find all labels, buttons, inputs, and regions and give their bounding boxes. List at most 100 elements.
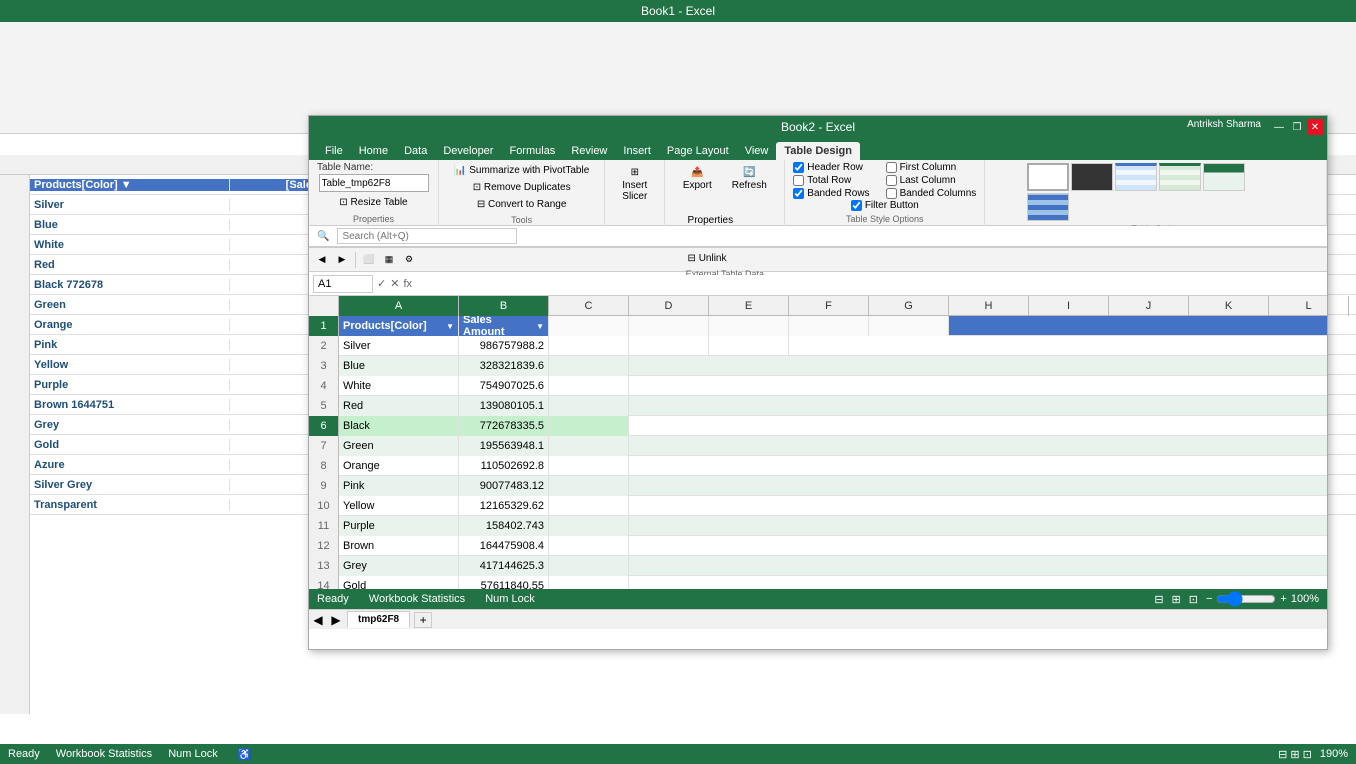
remove-duplicates-button[interactable]: ⊡ Remove Duplicates [466, 179, 578, 196]
view-normal-icon[interactable]: ⊟ [1154, 593, 1163, 606]
cell-b7[interactable]: 195563948.1 [459, 436, 549, 456]
cell-a8[interactable]: Orange [339, 456, 459, 476]
refresh-button[interactable]: 🔄 Refresh [723, 162, 776, 212]
cell-b11[interactable]: 158402.743 [459, 516, 549, 536]
col-header-l[interactable]: L [1269, 296, 1349, 316]
cell-c3[interactable] [549, 356, 629, 376]
minimize-button[interactable]: — [1271, 119, 1287, 135]
cell-a9[interactable]: Pink [339, 476, 459, 496]
sheet-nav-right[interactable]: ▶ [327, 611, 345, 629]
cell-c10[interactable] [549, 496, 629, 516]
cell-reference-box[interactable] [313, 275, 373, 293]
style-swatch-dark[interactable] [1071, 163, 1113, 191]
tab-view[interactable]: View [737, 142, 777, 160]
insert-slicer-button[interactable]: ⊞ InsertSlicer [613, 162, 656, 212]
toolbar-btn-5[interactable]: ⚙ [400, 251, 418, 269]
cell-c9[interactable] [549, 476, 629, 496]
cell-a10[interactable]: Yellow [339, 496, 459, 516]
toolbar-btn-1[interactable]: ◀ [313, 251, 331, 269]
cell-c13[interactable] [549, 556, 629, 576]
cell-b8[interactable]: 110502692.8 [459, 456, 549, 476]
banded-rows-checkbox-label[interactable]: Banded Rows [793, 188, 869, 199]
banded-rows-checkbox[interactable] [793, 188, 804, 199]
cell-c14[interactable] [549, 576, 629, 589]
cell-a14[interactable]: Gold [339, 576, 459, 589]
cell-c8[interactable] [549, 456, 629, 476]
cell-g1[interactable] [869, 316, 949, 336]
add-sheet-button[interactable]: + [414, 612, 432, 628]
col-header-h[interactable]: H [949, 296, 1029, 316]
col-header-m[interactable]: M [1349, 296, 1356, 316]
col-header-f[interactable]: F [789, 296, 869, 316]
header-row-checkbox-label[interactable]: Header Row [793, 162, 869, 173]
cell-b12[interactable]: 164475908.4 [459, 536, 549, 556]
col-header-i[interactable]: I [1029, 296, 1109, 316]
zoom-slider[interactable] [1216, 591, 1276, 607]
cell-a1[interactable]: Products[Color] ▼ [339, 316, 459, 336]
table-name-input[interactable] [319, 174, 429, 192]
cell-a3[interactable]: Blue [339, 356, 459, 376]
view-page-break-icon[interactable]: ⊡ [1189, 593, 1198, 606]
cell-c6[interactable] [549, 416, 629, 436]
close-button[interactable]: ✕ [1307, 119, 1323, 135]
cell-f1[interactable] [789, 316, 869, 336]
tab-file[interactable]: File [317, 142, 351, 160]
cell-c5[interactable] [549, 396, 629, 416]
unlink-button[interactable]: ⊟ Unlink [681, 250, 769, 267]
cell-b3[interactable]: 328321839.6 [459, 356, 549, 376]
cell-b13[interactable]: 417144625.3 [459, 556, 549, 576]
tab-developer[interactable]: Developer [435, 142, 501, 160]
cell-b14[interactable]: 57611840.55 [459, 576, 549, 589]
cell-b6[interactable]: 772678335.5 [459, 416, 549, 436]
cell-c7[interactable] [549, 436, 629, 456]
cell-b4[interactable]: 754907025.6 [459, 376, 549, 396]
filter-button-checkbox[interactable] [851, 200, 862, 211]
last-column-checkbox[interactable] [886, 175, 897, 186]
col-header-k[interactable]: K [1189, 296, 1269, 316]
first-column-checkbox[interactable] [886, 162, 897, 173]
tab-table-design[interactable]: Table Design [776, 142, 860, 160]
style-swatch-2[interactable] [1115, 163, 1157, 191]
summarize-pivot-button[interactable]: 📊 Summarize with PivotTable [447, 162, 596, 179]
cell-a2[interactable]: Silver [339, 336, 459, 356]
cell-c4[interactable] [549, 376, 629, 396]
cell-b5[interactable]: 139080105.1 [459, 396, 549, 416]
sheet-tab-tmp62f8[interactable]: tmp62F8 [347, 611, 410, 628]
export-button[interactable]: 📤 Export [674, 162, 721, 212]
cell-b9[interactable]: 90077483.12 [459, 476, 549, 496]
col-header-e[interactable]: E [709, 296, 789, 316]
restore-button[interactable]: ❐ [1289, 119, 1305, 135]
banded-columns-checkbox[interactable] [886, 188, 897, 199]
cell-c1[interactable] [549, 316, 629, 336]
toolbar-btn-3[interactable]: ⬜ [360, 251, 378, 269]
style-swatch-none[interactable] [1027, 163, 1069, 191]
tab-formulas[interactable]: Formulas [501, 142, 563, 160]
first-column-checkbox-label[interactable]: First Column [886, 162, 977, 173]
view-layout-icon[interactable]: ⊞ [1172, 593, 1181, 606]
formula-input[interactable] [420, 275, 1323, 293]
col-header-c[interactable]: C [549, 296, 629, 316]
sheet-nav-left[interactable]: ◀ [309, 611, 327, 629]
style-swatch-3[interactable] [1159, 163, 1201, 191]
convert-to-range-button[interactable]: ⊟ Convert to Range [470, 196, 574, 213]
filter-button-checkbox-label[interactable]: Filter Button [851, 200, 919, 211]
col-header-g[interactable]: G [869, 296, 949, 316]
tab-review[interactable]: Review [563, 142, 615, 160]
zoom-in-button[interactable]: + [1280, 593, 1286, 605]
cell-b1[interactable]: Sales Amount ▼ [459, 316, 549, 336]
tab-insert[interactable]: Insert [615, 142, 659, 160]
cell-a12[interactable]: Brown [339, 536, 459, 556]
style-swatch-4[interactable] [1203, 163, 1245, 191]
cell-d2[interactable] [629, 336, 709, 356]
cell-a6[interactable]: Black [339, 416, 459, 436]
header-b-dropdown[interactable]: ▼ [536, 322, 544, 331]
cell-d1[interactable] [629, 316, 709, 336]
zoom-out-button[interactable]: − [1206, 593, 1212, 605]
cell-a4[interactable]: White [339, 376, 459, 396]
total-row-checkbox[interactable] [793, 175, 804, 186]
resize-table-button[interactable]: ⊡ Resize Table [332, 194, 414, 211]
col-header-d[interactable]: D [629, 296, 709, 316]
cell-e1[interactable] [709, 316, 789, 336]
cell-c11[interactable] [549, 516, 629, 536]
tab-page-layout[interactable]: Page Layout [659, 142, 737, 160]
